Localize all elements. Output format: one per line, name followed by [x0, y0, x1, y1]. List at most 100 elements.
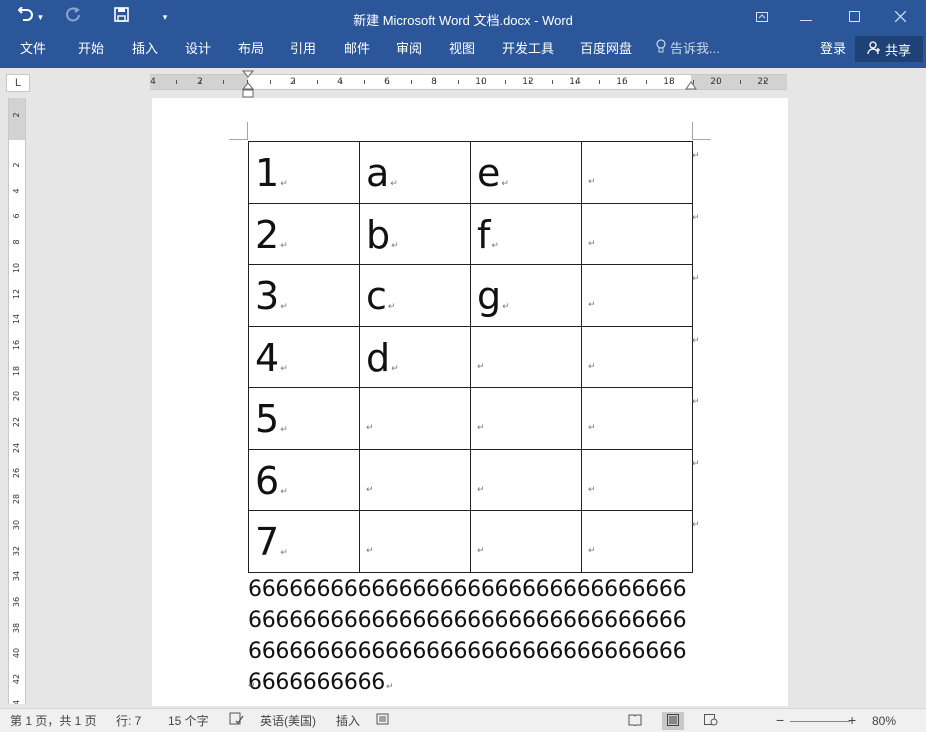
- tab-file[interactable]: 文件: [20, 39, 46, 59]
- tab-baidu-netdisk[interactable]: 百度网盘: [580, 39, 632, 59]
- cell-content: a↵: [366, 148, 398, 209]
- ruler-number: 8: [431, 77, 437, 87]
- body-paragraph[interactable]: 6666666666666666666666666666666666666666…: [248, 574, 698, 703]
- minimize-button[interactable]: [786, 4, 826, 30]
- table-cell[interactable]: g↵: [470, 264, 582, 327]
- customize-qat-button[interactable]: ▾: [156, 6, 174, 28]
- redo-button[interactable]: [62, 6, 84, 28]
- tab-selector[interactable]: L: [6, 74, 30, 92]
- word-count[interactable]: 15 个字: [168, 712, 209, 730]
- ruler-number: 44: [12, 697, 22, 704]
- ruler-number: 6: [12, 213, 21, 219]
- maximize-button[interactable]: [834, 4, 874, 30]
- table-cell[interactable]: ↵: [581, 387, 693, 450]
- page-count[interactable]: 第 1 页，共 1 页: [10, 712, 97, 730]
- ruler-number: 8: [12, 239, 21, 245]
- table-cell[interactable]: ↵: [470, 387, 582, 450]
- tab-home[interactable]: 开始: [78, 39, 104, 59]
- cell-end-mark: ↵: [366, 545, 374, 555]
- zoom-in-button[interactable]: +: [848, 712, 856, 730]
- table-cell[interactable]: 6↵: [248, 448, 360, 511]
- table-cell[interactable]: e↵: [470, 141, 582, 204]
- save-button[interactable]: [110, 6, 132, 28]
- tab-mailings[interactable]: 邮件: [344, 39, 370, 59]
- tab-review[interactable]: 审阅: [396, 39, 422, 59]
- ruler-tick: [411, 80, 412, 84]
- redo-icon: [65, 6, 81, 28]
- table-cell[interactable]: 5↵: [248, 387, 360, 450]
- cell-end-mark: ↵: [280, 240, 288, 251]
- undo-button[interactable]: ▼: [14, 5, 48, 28]
- cell-end-mark: ↵: [491, 240, 499, 251]
- macro-record-icon[interactable]: [376, 712, 390, 730]
- table-cell[interactable]: ↵: [581, 325, 693, 388]
- read-mode-button[interactable]: [624, 712, 646, 730]
- cell-end-mark: ↵: [390, 179, 398, 189]
- print-layout-button[interactable]: [662, 712, 684, 730]
- table-cell[interactable]: ↵: [359, 448, 471, 511]
- tab-design[interactable]: 设计: [185, 39, 211, 59]
- right-indent-marker-icon[interactable]: [685, 81, 697, 91]
- indent-marker-icon[interactable]: [242, 70, 254, 98]
- tell-me-search[interactable]: 告诉我...: [656, 39, 720, 59]
- share-button[interactable]: 共享: [855, 36, 923, 62]
- title-bar: ▼ ▾ 新建 Microsoft Word 文档.docx - Word: [0, 0, 926, 34]
- tell-me-label: 告诉我...: [670, 41, 720, 56]
- table-cell[interactable]: ↵: [581, 141, 693, 204]
- cell-end-mark: ↵: [280, 486, 288, 497]
- undo-dropdown-icon[interactable]: ▼: [37, 13, 45, 22]
- cell-end-mark: ↵: [280, 302, 288, 312]
- table-cell[interactable]: 3↵: [248, 264, 360, 327]
- table-cell[interactable]: d↵: [359, 325, 471, 388]
- insert-mode[interactable]: 插入: [336, 712, 360, 730]
- language-indicator[interactable]: 英语(美国): [260, 712, 316, 730]
- table-cell[interactable]: ↵: [359, 510, 471, 573]
- zoom-out-button[interactable]: −: [776, 712, 784, 730]
- web-layout-button[interactable]: [700, 712, 722, 730]
- cell-content: f↵: [477, 210, 499, 271]
- ruler-number: 36: [12, 596, 21, 607]
- close-button[interactable]: [880, 4, 920, 30]
- table-cell[interactable]: ↵: [470, 448, 582, 511]
- tab-developer[interactable]: 开发工具: [502, 39, 554, 59]
- cell-content: 2↵: [255, 210, 288, 271]
- table-cell[interactable]: 7↵: [248, 510, 360, 573]
- tab-references[interactable]: 引用: [290, 39, 316, 59]
- table-cell[interactable]: ↵: [581, 202, 693, 265]
- table-cell[interactable]: a↵: [359, 141, 471, 204]
- login-button[interactable]: 登录: [820, 39, 846, 59]
- proofing-icon[interactable]: [229, 712, 244, 730]
- tab-view[interactable]: 视图: [449, 39, 475, 59]
- table-cell[interactable]: ↵: [581, 264, 693, 327]
- ruler-number: 20: [710, 77, 722, 87]
- cell-text: 5: [255, 397, 280, 441]
- table-cell[interactable]: 4↵: [248, 325, 360, 388]
- ruler-tick: [482, 80, 483, 84]
- table-cell[interactable]: f↵: [470, 202, 582, 265]
- table-cell[interactable]: 1↵: [248, 141, 360, 204]
- table-cell[interactable]: ↵: [359, 387, 471, 450]
- crop-mark: [247, 122, 248, 140]
- document-table[interactable]: 1↵ a↵ e↵ ↵ 2↵ b↵ f↵ ↵ 3↵ c↵ g↵ ↵ 4↵ d↵ ↵ ↵ 5↵ ↵ ↵ ↵ 6↵ ↵ ↵ ↵ 7↵ ↵…: [248, 141, 693, 573]
- tab-layout[interactable]: 布局: [238, 39, 264, 59]
- ruler-tick: [623, 80, 624, 84]
- tab-insert[interactable]: 插入: [132, 39, 158, 59]
- dropdown-caret-icon: ▾: [162, 11, 168, 22]
- zoom-level[interactable]: 80%: [872, 712, 896, 730]
- table-cell[interactable]: ↵: [581, 448, 693, 511]
- row-indicator[interactable]: 行: 7: [116, 712, 141, 730]
- ruler-tick: [176, 80, 177, 84]
- table-cell[interactable]: b↵: [359, 202, 471, 265]
- ruler-number: 10: [12, 262, 21, 273]
- table-cell[interactable]: ↵: [470, 510, 582, 573]
- table-cell[interactable]: ↵: [470, 325, 582, 388]
- zoom-slider[interactable]: [790, 721, 850, 722]
- empty-paragraph-mark[interactable]: ↵: [248, 680, 256, 691]
- cell-end-mark: ↵: [391, 240, 399, 251]
- table-cell[interactable]: 2↵: [248, 202, 360, 265]
- ribbon-display-options-button[interactable]: [742, 4, 782, 30]
- table-cell[interactable]: c↵: [359, 264, 471, 327]
- table-cell[interactable]: ↵: [581, 510, 693, 573]
- vertical-ruler[interactable]: 2246810121416182022242628303234363840424…: [8, 98, 26, 704]
- cell-content: c↵: [366, 271, 395, 332]
